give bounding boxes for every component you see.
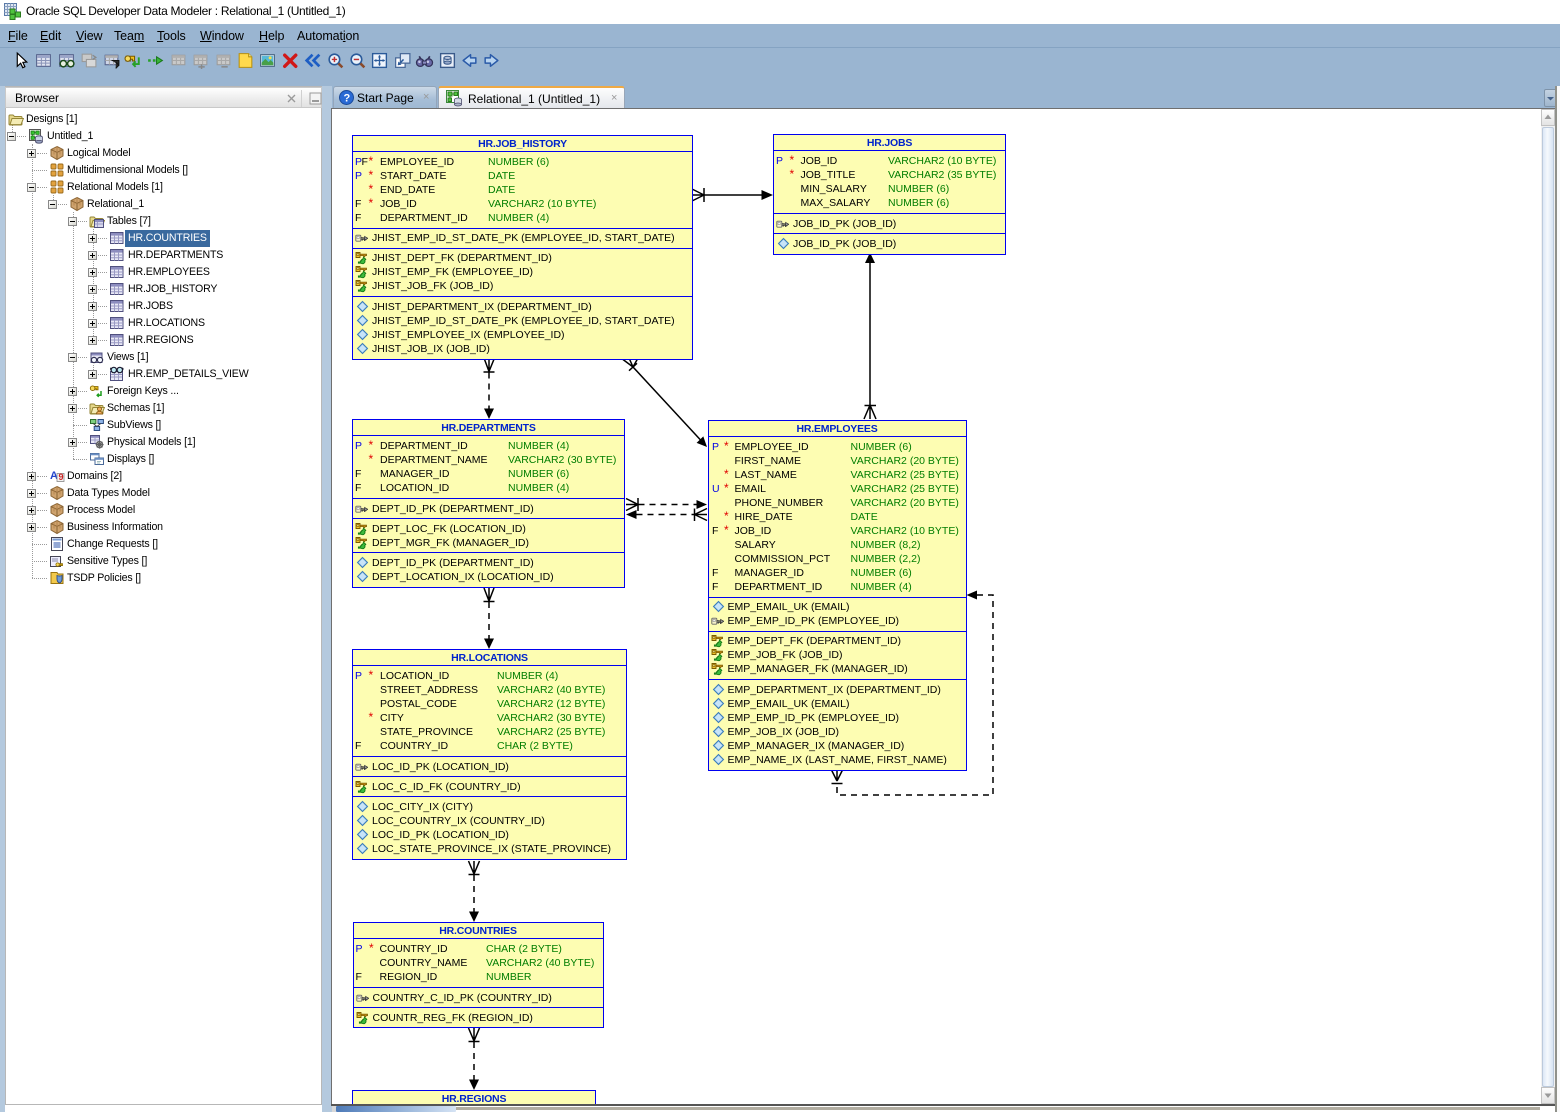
svg-text:?: ? [344, 93, 351, 105]
